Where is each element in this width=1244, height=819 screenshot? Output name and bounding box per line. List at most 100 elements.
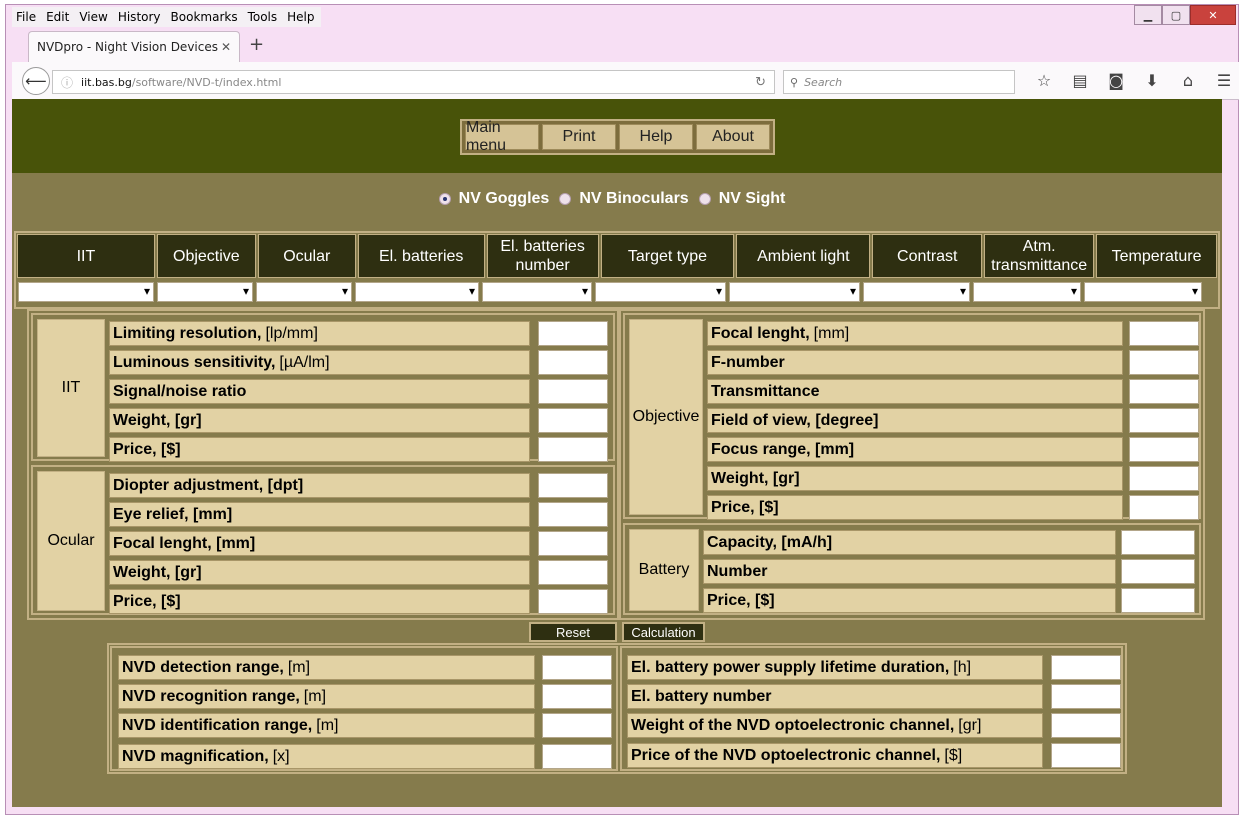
- radio-button-icon[interactable]: [559, 193, 572, 205]
- print-button[interactable]: Print: [542, 124, 616, 150]
- menu-tools[interactable]: Tools: [248, 10, 278, 24]
- radio-label: NV Goggles: [458, 190, 550, 207]
- objective-focal-length-input[interactable]: [1129, 321, 1199, 346]
- ocular-select[interactable]: [256, 282, 352, 302]
- help-button[interactable]: Help: [619, 124, 693, 150]
- about-button[interactable]: About: [696, 124, 770, 150]
- channel-price-output[interactable]: [1051, 743, 1121, 768]
- search-placeholder: Search: [804, 75, 843, 89]
- limiting-resolution-input[interactable]: [538, 321, 608, 346]
- ocular-focal-length-input[interactable]: [538, 531, 608, 556]
- target-type-select[interactable]: [595, 282, 726, 302]
- back-arrow-icon[interactable]: ⟵: [22, 67, 50, 95]
- param-row: Focus range, [mm]: [707, 437, 1199, 462]
- menu-edit[interactable]: Edit: [46, 10, 69, 24]
- result-row: NVD recognition range, [m]: [118, 684, 612, 709]
- selector-header-ambient-light: Ambient light: [736, 234, 871, 278]
- bookmark-star-icon[interactable]: ☆: [1026, 71, 1062, 90]
- page-content: Main menu Print Help About NV Goggles NV…: [12, 99, 1222, 807]
- reset-button[interactable]: Reset: [529, 622, 617, 642]
- window-controls: ▁ ▢ ✕: [1134, 5, 1236, 25]
- menu-view[interactable]: View: [79, 10, 107, 24]
- detection-range-output[interactable]: [542, 655, 612, 680]
- param-row: Transmittance: [707, 379, 1199, 404]
- new-tab-icon[interactable]: +: [249, 34, 264, 55]
- battery-lifetime-output[interactable]: [1051, 655, 1121, 680]
- nav-bar: ⟵ ⓘ iit.bas.bg /software/NVD-t/index.htm…: [12, 62, 1239, 100]
- objective-select[interactable]: [157, 282, 253, 302]
- atm-transmittance-select[interactable]: [973, 282, 1081, 302]
- close-window-button[interactable]: ✕: [1190, 5, 1236, 25]
- radio-button-icon[interactable]: [698, 193, 711, 205]
- ocular-weight-input[interactable]: [538, 560, 608, 585]
- field-of-view-input[interactable]: [1129, 408, 1199, 433]
- info-icon[interactable]: ⓘ: [61, 74, 73, 91]
- identification-range-output[interactable]: [542, 713, 612, 738]
- f-number-input[interactable]: [1129, 350, 1199, 375]
- result-label: Price of the NVD optoelectronic channel,…: [627, 743, 1043, 768]
- device-type-radios: NV Goggles NV Binoculars NV Sight: [12, 190, 1222, 208]
- search-input[interactable]: ⚲ Search: [783, 70, 1015, 94]
- el-batteries-number-select[interactable]: [482, 282, 592, 302]
- param-row: Capacity, [mA/h]: [703, 530, 1199, 555]
- param-row: Field of view, [degree]: [707, 408, 1199, 433]
- signal-noise-ratio-input[interactable]: [538, 379, 608, 404]
- eye-relief-input[interactable]: [538, 502, 608, 527]
- contrast-select[interactable]: [863, 282, 970, 302]
- channel-weight-output[interactable]: [1051, 713, 1121, 738]
- param-row: Price, [$]: [707, 495, 1199, 520]
- ocular-price-input[interactable]: [538, 589, 608, 614]
- main-menu-button[interactable]: Main menu: [465, 119, 539, 154]
- battery-price-input[interactable]: [1121, 588, 1195, 613]
- iit-price-input[interactable]: [538, 437, 608, 462]
- transmittance-input[interactable]: [1129, 379, 1199, 404]
- radio-nv-goggles[interactable]: NV Goggles: [438, 190, 550, 208]
- objective-weight-input[interactable]: [1129, 466, 1199, 491]
- calculation-button[interactable]: Calculation: [622, 622, 705, 642]
- ambient-light-select[interactable]: [729, 282, 860, 302]
- pocket-icon[interactable]: ◙: [1098, 71, 1134, 90]
- diopter-adjustment-input[interactable]: [538, 473, 608, 498]
- selector-header-ocular: Ocular: [257, 234, 356, 278]
- radio-button-icon[interactable]: [438, 193, 451, 205]
- minimize-button[interactable]: ▁: [1134, 5, 1162, 25]
- home-icon[interactable]: ⌂: [1170, 71, 1206, 90]
- menu-history[interactable]: History: [118, 10, 161, 24]
- radio-nv-binoculars[interactable]: NV Binoculars: [559, 190, 689, 208]
- url-bar[interactable]: ⓘ iit.bas.bg /software/NVD-t/index.html …: [52, 70, 775, 94]
- objective-price-input[interactable]: [1129, 495, 1199, 520]
- radio-nv-sight[interactable]: NV Sight: [698, 190, 785, 208]
- recognition-range-output[interactable]: [542, 684, 612, 709]
- param-row: Number: [703, 559, 1199, 584]
- param-row: Price, [$]: [109, 437, 609, 462]
- download-icon[interactable]: ⬇: [1134, 71, 1170, 90]
- hamburger-menu-icon[interactable]: ☰: [1206, 71, 1242, 90]
- reading-list-icon[interactable]: ▤: [1062, 71, 1098, 90]
- temperature-select[interactable]: [1084, 282, 1202, 302]
- battery-number-input[interactable]: [1121, 559, 1195, 584]
- focus-range-input[interactable]: [1129, 437, 1199, 462]
- param-row: Focal lenght, [mm]: [707, 321, 1199, 346]
- menu-file[interactable]: File: [16, 10, 36, 24]
- toolbar-icons: ☆ ▤ ◙ ⬇ ⌂ ☰: [1026, 71, 1242, 90]
- result-label: El. battery number: [627, 684, 1043, 709]
- iit-weight-input[interactable]: [538, 408, 608, 433]
- browser-tab[interactable]: NVDpro - Night Vision Devices ... ✕: [28, 31, 240, 62]
- param-label: Price, [$]: [707, 495, 1123, 520]
- maximize-button[interactable]: ▢: [1162, 5, 1190, 25]
- reload-icon[interactable]: ↻: [755, 75, 766, 90]
- magnification-output[interactable]: [542, 744, 612, 769]
- close-tab-icon[interactable]: ✕: [221, 40, 231, 54]
- iit-select[interactable]: [18, 282, 154, 302]
- battery-number-output[interactable]: [1051, 684, 1121, 709]
- luminous-sensitivity-input[interactable]: [538, 350, 608, 375]
- menu-help[interactable]: Help: [287, 10, 314, 24]
- param-label: Capacity, [mA/h]: [703, 530, 1116, 555]
- el-batteries-select[interactable]: [355, 282, 479, 302]
- menu-bookmarks[interactable]: Bookmarks: [171, 10, 238, 24]
- param-row: Focal lenght, [mm]: [109, 531, 609, 556]
- battery-capacity-input[interactable]: [1121, 530, 1195, 555]
- param-label: Transmittance: [707, 379, 1123, 404]
- selector-header-atm-transmittance: Atm. transmittance: [984, 234, 1095, 278]
- result-row: Price of the NVD optoelectronic channel,…: [627, 743, 1121, 768]
